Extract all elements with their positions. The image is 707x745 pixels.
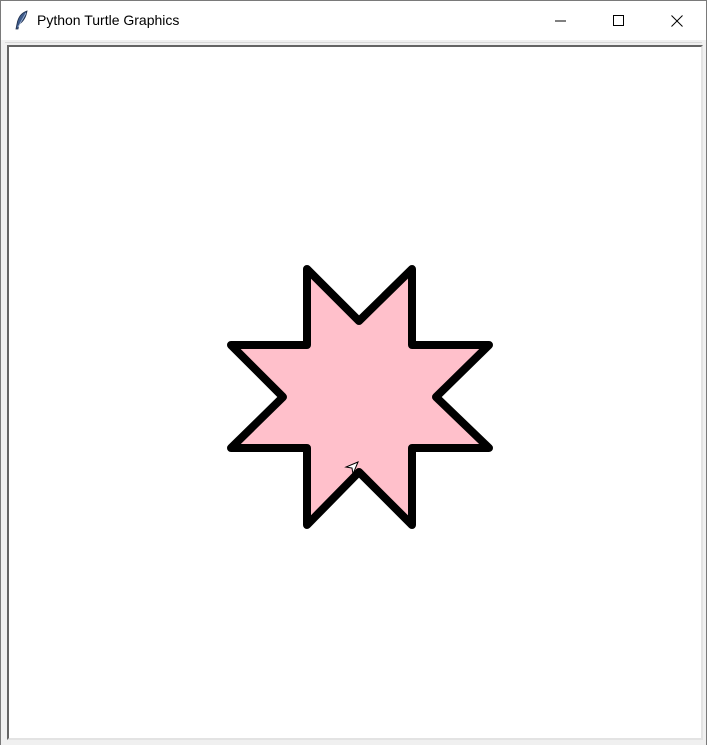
drawing-surface [227,265,493,529]
minimize-icon [555,20,566,21]
maximize-button[interactable] [590,1,648,40]
minimize-button[interactable] [532,1,590,40]
bottom-edge [1,741,706,745]
window-title: Python Turtle Graphics [37,12,180,28]
turtle-window: Python Turtle Graphics [0,0,707,745]
title-bar[interactable]: Python Turtle Graphics [1,1,706,40]
feather-icon [15,10,28,30]
maximize-icon [613,14,624,26]
close-icon [671,14,683,27]
close-button[interactable] [648,1,706,40]
turtle-canvas[interactable] [7,45,703,740]
eight-pointed-star [227,265,493,529]
